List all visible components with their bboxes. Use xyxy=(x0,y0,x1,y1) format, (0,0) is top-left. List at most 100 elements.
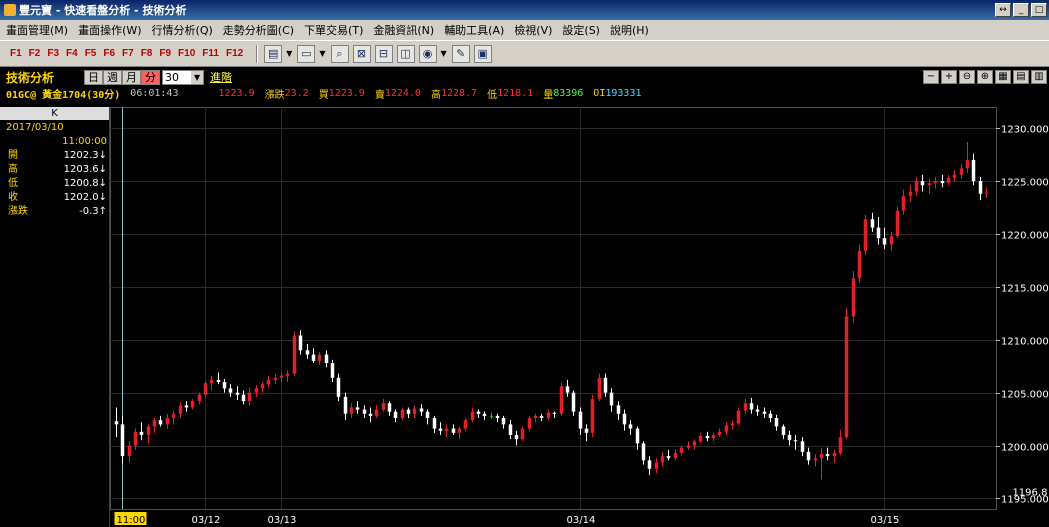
interval-select[interactable]: 30 ▼ xyxy=(162,69,205,85)
maximize-button[interactable]: □ xyxy=(1031,3,1047,17)
menu-trend-chart[interactable]: 走勢分析圖(C) xyxy=(223,22,294,38)
monitor-icon[interactable]: ▭ xyxy=(297,44,316,63)
menu-view[interactable]: 檢視(V) xyxy=(514,22,552,38)
menu-help[interactable]: 說明(H) xyxy=(610,22,649,38)
title-bar: 豐元寶 - 快速看盤分析 - 技術分析 ↔ _ □ xyxy=(0,0,1049,20)
minimize-button[interactable]: _ xyxy=(1013,3,1029,17)
candle-body xyxy=(819,453,824,459)
menu-finance-info[interactable]: 金融資訊(N) xyxy=(373,22,434,38)
candle-body xyxy=(279,375,284,378)
candle-body xyxy=(666,456,671,459)
candle-body xyxy=(590,398,595,433)
table-icon[interactable]: ⊟ xyxy=(374,44,393,63)
f12-button[interactable]: F12 xyxy=(226,48,243,59)
interval-value: 30 xyxy=(165,70,180,84)
low-row: 低 1200.8↓ xyxy=(0,177,109,191)
candle-body xyxy=(813,458,818,461)
menu-screen-operate[interactable]: 畫面操作(W) xyxy=(78,22,141,38)
period-month[interactable]: 月 xyxy=(122,69,142,85)
f1-button[interactable]: F1 xyxy=(10,48,22,59)
print-icon[interactable]: ▥ xyxy=(1031,70,1047,84)
f2-button[interactable]: F2 xyxy=(29,48,41,59)
candle-body xyxy=(730,423,735,426)
panel-title: 技術分析 xyxy=(6,70,55,85)
f5-button[interactable]: F5 xyxy=(85,48,97,59)
chart-settings-icon[interactable]: ▦ xyxy=(995,70,1011,84)
candle-body xyxy=(336,377,341,397)
candle-body xyxy=(152,420,157,427)
f9-button[interactable]: F9 xyxy=(159,48,171,59)
candle-body xyxy=(774,418,779,427)
f7-button[interactable]: F7 xyxy=(122,48,134,59)
coin-icon[interactable]: ◉ xyxy=(418,44,437,63)
layout-icon[interactable]: ▤ xyxy=(264,44,283,63)
restore-icon[interactable]: ↔ xyxy=(995,3,1011,17)
period-minute[interactable]: 分 xyxy=(141,69,161,85)
candle-body xyxy=(146,426,151,435)
magnify-plus-icon[interactable]: ⊕ xyxy=(977,70,993,84)
menu-quote-analysis[interactable]: 行情分析(Q) xyxy=(152,22,213,38)
magnify-minus-icon[interactable]: ⊖ xyxy=(959,70,975,84)
candle-body xyxy=(927,183,932,186)
candle-body xyxy=(647,460,652,469)
candle-body xyxy=(158,420,163,425)
last-price: 1223.9 xyxy=(218,87,255,99)
volume-label: 量 xyxy=(543,89,554,101)
f10-button[interactable]: F10 xyxy=(178,48,195,59)
candle-body xyxy=(324,354,329,364)
change-value: -0.3↑ xyxy=(79,206,107,217)
advanced-link[interactable]: 進階 xyxy=(210,69,232,85)
chevron-down-icon[interactable]: ▼ xyxy=(441,49,447,58)
menu-order-trade[interactable]: 下單交易(T) xyxy=(304,22,363,38)
close-value: 1202.0↓ xyxy=(63,192,107,203)
candle-body xyxy=(533,415,538,419)
candle-body xyxy=(406,409,411,414)
candle-body xyxy=(901,195,906,211)
close-window-icon[interactable]: ⊠ xyxy=(352,44,371,63)
period-week[interactable]: 週 xyxy=(103,69,123,85)
menu-screen-manage[interactable]: 畫面管理(M) xyxy=(6,22,68,38)
high-label: 高 xyxy=(430,89,441,101)
split-icon[interactable]: ◫ xyxy=(396,44,415,63)
candle-body xyxy=(241,394,246,402)
f11-button[interactable]: F11 xyxy=(202,48,219,59)
candle-body xyxy=(235,392,240,395)
search-icon[interactable]: ⌕ xyxy=(330,44,349,63)
menu-settings[interactable]: 設定(S) xyxy=(562,22,600,38)
chevron-down-icon[interactable]: ▼ xyxy=(286,49,292,58)
app-icon xyxy=(4,4,16,16)
candle-body xyxy=(127,445,132,457)
candle-body xyxy=(978,181,983,194)
f4-button[interactable]: F4 xyxy=(66,48,78,59)
window-title: 豐元寶 - 快速看盤分析 - 技術分析 xyxy=(19,4,187,17)
f3-button[interactable]: F3 xyxy=(47,48,59,59)
low-value: 1218.1 xyxy=(497,87,534,99)
open-row: 開 1202.3↓ xyxy=(0,149,109,163)
period-day[interactable]: 日 xyxy=(84,69,104,85)
candle-body xyxy=(717,431,722,435)
candle-body xyxy=(698,436,703,442)
candle-body xyxy=(825,453,830,457)
pen-icon[interactable]: ✎ xyxy=(451,44,470,63)
extreme-label: 1196.8 xyxy=(1012,487,1047,498)
save-icon[interactable]: ▤ xyxy=(1013,70,1029,84)
candlestick-chart[interactable]: 1195.0001200.0001205.0001210.0001215.000… xyxy=(110,107,1049,527)
chevron-down-icon[interactable]: ▼ xyxy=(191,70,204,84)
candle-body xyxy=(914,181,919,192)
candle-body xyxy=(298,335,303,351)
window-icon[interactable]: ▣ xyxy=(473,44,492,63)
quote-bar: 01GC@ 黃金1704(30分) 06:01:43 1223.9 漲跌 23.… xyxy=(0,86,1049,101)
f8-button[interactable]: F8 xyxy=(141,48,153,59)
candle-info-panel: K 2017/03/10 11:00:00 開 1202.3↓ 高 1203.6↓ … xyxy=(0,107,110,527)
candle-body xyxy=(209,379,214,384)
chevron-down-icon[interactable]: ▼ xyxy=(319,49,325,58)
zoom-in-icon[interactable]: + xyxy=(941,70,957,84)
candle-body xyxy=(311,354,316,361)
f6-button[interactable]: F6 xyxy=(103,48,115,59)
zoom-out-icon[interactable]: − xyxy=(923,70,939,84)
candle-body xyxy=(895,210,900,237)
candle-body xyxy=(552,412,557,414)
menu-tools[interactable]: 輔助工具(A) xyxy=(444,22,504,38)
ask-value: 1224.0 xyxy=(384,87,421,99)
plot-border xyxy=(110,107,997,510)
